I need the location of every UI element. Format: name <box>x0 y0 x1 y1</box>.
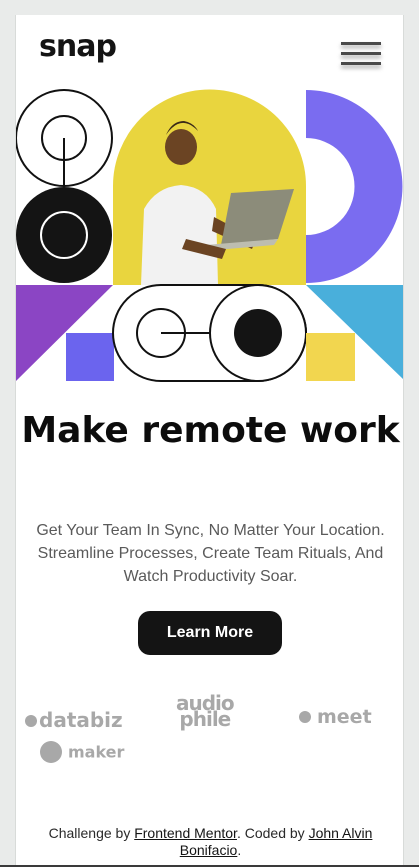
hero-photo <box>113 89 306 285</box>
hero-illustration <box>16 89 403 382</box>
site-header: snap <box>16 15 403 90</box>
audiophile-line2: phile <box>179 707 231 731</box>
outline-circle-shape <box>16 89 113 187</box>
maker-logo-icon: maker <box>40 741 124 763</box>
pill-switch-shape <box>112 284 307 382</box>
black-circle-shape <box>16 187 112 283</box>
footer-prefix: Challenge by <box>48 825 131 841</box>
databiz-logo-icon: databiz <box>25 708 123 732</box>
meet-logo-icon: meet <box>299 706 372 728</box>
site-footer: Challenge by Frontend Mentor. Coded by J… <box>16 825 403 859</box>
meet-label: meet <box>317 706 372 728</box>
frontend-mentor-link[interactable]: Frontend Mentor <box>134 825 237 841</box>
databiz-label: databiz <box>39 708 123 732</box>
client-logos: databiz audio phile meet maker <box>16 693 403 775</box>
learn-more-button[interactable]: Learn More <box>138 611 282 655</box>
hamburger-menu-icon[interactable] <box>341 40 381 68</box>
hero-subtitle: Get Your Team In Sync, No Matter Your Lo… <box>36 522 385 585</box>
page-title: Make remote work <box>21 410 400 451</box>
audiophile-logo-icon: audio phile <box>176 693 235 731</box>
purple-arc-shape <box>306 90 403 283</box>
snap-logo[interactable]: snap <box>39 29 117 64</box>
purple-square-shape <box>66 333 114 381</box>
yellow-square-shape <box>306 333 355 381</box>
footer-suffix: . <box>237 842 242 858</box>
maker-label: maker <box>68 742 125 762</box>
footer-middle: . Coded by <box>236 825 305 841</box>
page: snap Make remote work Get Your Team In S… <box>15 15 404 867</box>
